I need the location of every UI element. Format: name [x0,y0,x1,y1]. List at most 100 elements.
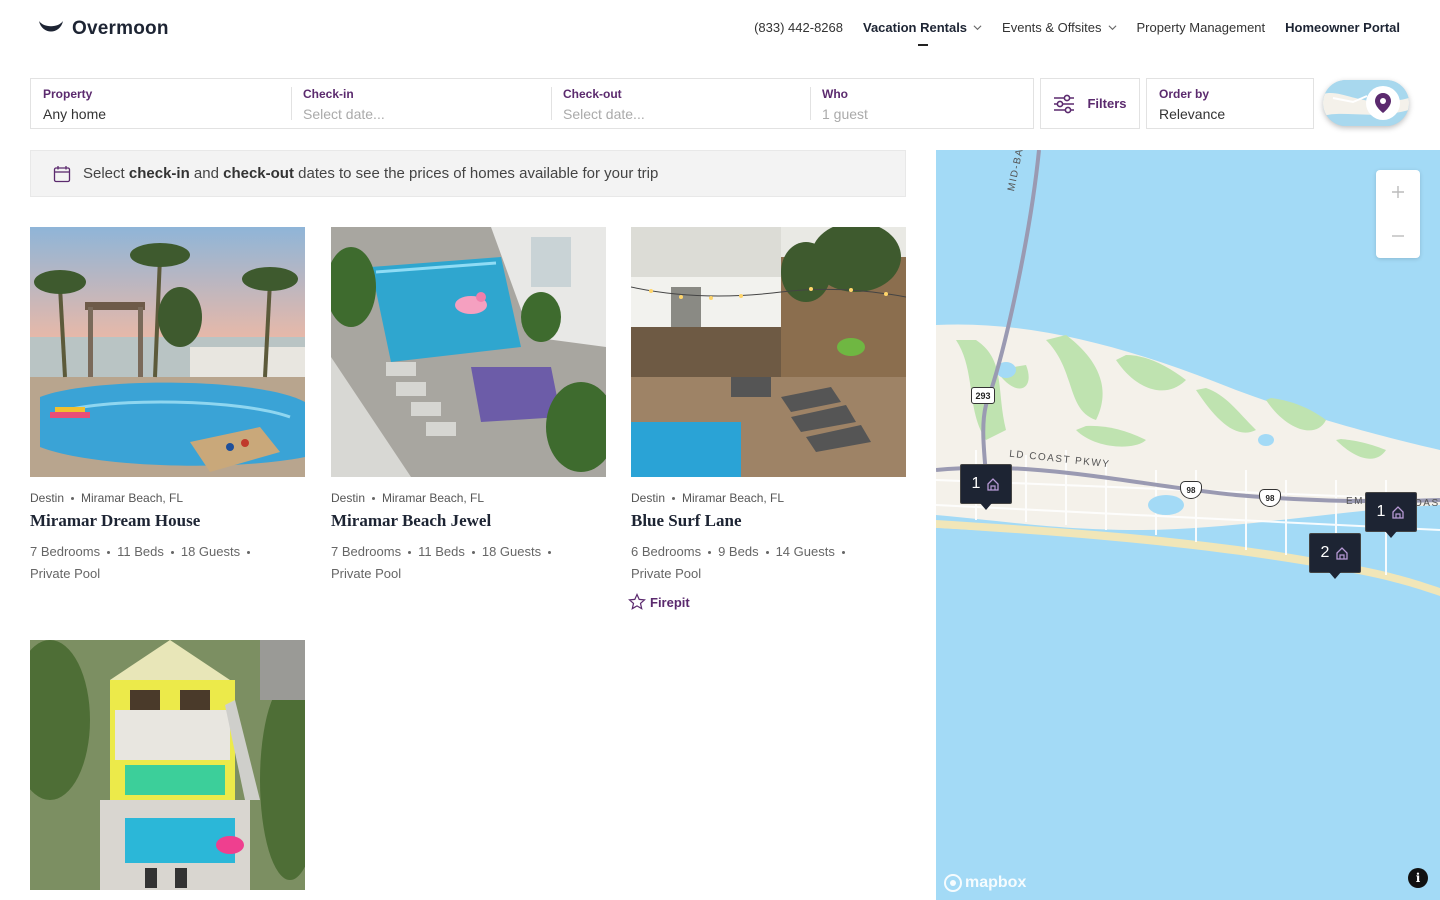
guests-label: Who [822,87,848,101]
route-shield-293: 293 [971,387,995,404]
checkout-label: Check-out [563,87,622,101]
notice-checkout: check-out [223,165,294,182]
header: Overmoon (833) 442-8268 Vacation Rentals… [0,0,1440,60]
listing-city: Miramar Beach, FL [682,491,785,505]
guests-field[interactable]: Who 1 guest [810,79,1033,128]
listing-guests: 14 Guests [775,544,835,559]
checkout-placeholder: Select date... [563,106,645,122]
notice-and: and [193,165,219,182]
home-icon [1392,506,1405,519]
listing-guests: 18 Guests [180,544,241,559]
notice-suffix: dates to see the prices of homes availab… [298,165,659,182]
shield-98-label: 98 [1265,493,1275,503]
listing-card[interactable]: Destin Miramar Beach, FL Blue Surf Lane 6… [628,227,906,611]
listing-photo[interactable] [30,640,305,890]
guests-placeholder: 1 guest [822,106,868,122]
nav-property-management[interactable]: Property Management [1137,20,1266,35]
listing-card[interactable] [30,640,305,890]
map-thumbnail-icon [1323,80,1409,126]
property-field[interactable]: Property Any home [31,79,291,128]
listing-details: 7 Bedrooms 11 Beds 18 Guests Private Pool [30,541,305,585]
home-icon [987,478,1000,491]
nav-homeowner-portal[interactable]: Homeowner Portal [1285,20,1400,35]
listing-guests: 18 Guests [481,544,542,559]
listing-beds: 11 Beds [418,544,465,559]
listing-feature: Private Pool [30,566,101,581]
nav-vacation-rentals-label: Vacation Rentals [863,20,968,35]
listing-feature: Private Pool [631,566,702,581]
listing-photo[interactable] [331,227,606,477]
logo[interactable]: Overmoon [38,18,169,40]
listing-bedrooms: 6 Bedrooms [631,544,702,559]
chevron-down-icon [973,25,982,31]
search-bar: Property Any home Check-in Select date..… [30,78,1034,129]
listing-title[interactable]: Blue Surf Lane [631,511,906,531]
checkin-field[interactable]: Check-in Select date... [291,79,551,128]
listing-city: Miramar Beach, FL [81,491,184,505]
minus-icon [1392,235,1404,237]
listing-title[interactable]: Miramar Dream House [30,511,305,531]
zoom-out-button[interactable] [1376,214,1420,258]
shield-293-label: 293 [975,390,991,401]
order-by-label: Order by [1159,87,1210,101]
listing-location: Destin Miramar Beach, FL [631,491,906,505]
map-marker[interactable]: 1 [1365,492,1417,538]
listing-area: Destin [331,491,366,505]
notice-checkin: check-in [128,165,190,182]
logo-text: Overmoon [72,18,169,39]
notice-text: Select check-in and check-out dates to s… [83,165,658,182]
zoom-controls [1376,170,1420,258]
listing-photo[interactable] [30,227,305,477]
chevron-down-icon [1108,25,1116,31]
listing-area: Destin [30,491,65,505]
listing-city: Miramar Beach, FL [382,491,485,505]
listing-location: Destin Miramar Beach, FL [30,491,305,505]
attribution-info-button[interactable]: i [1408,868,1428,888]
listing-beds: 11 Beds [117,544,164,559]
listing-area: Destin [631,491,666,505]
marker-count: 2 [1320,544,1330,561]
nav-events-label: Events & Offsites [1002,20,1102,35]
marker-count: 1 [971,475,981,492]
sliders-icon [1054,94,1075,113]
top-nav: (833) 442-8268 Vacation Rentals Events &… [754,20,1400,46]
mapbox-logo[interactable]: mapbox [944,874,1026,892]
nav-vacation-rentals[interactable]: Vacation Rentals [863,20,982,46]
zoom-in-button[interactable] [1376,170,1420,214]
listing-bedrooms: 7 Bedrooms [30,544,101,559]
filters-button[interactable]: Filters [1040,78,1140,129]
listing-beds: 9 Beds [718,544,759,559]
listing-feature: Private Pool [331,566,402,581]
star-icon [628,593,646,610]
listing-photo[interactable] [631,227,906,477]
listing-card[interactable]: Destin Miramar Beach, FL Miramar Beach Je… [331,227,606,585]
map-marker[interactable]: 1 [960,464,1012,510]
order-by-select[interactable]: Order by Relevance [1146,78,1314,129]
listing-title[interactable]: Miramar Beach Jewel [331,511,606,531]
plus-icon [1392,186,1404,198]
listing-bedrooms: 7 Bedrooms [331,544,402,559]
order-by-value: Relevance [1159,106,1226,122]
mapbox-text: mapbox [965,874,1027,891]
property-value: Any home [43,106,107,122]
amenity-label: Firepit [650,594,690,610]
nav-events-offsites[interactable]: Events & Offsites [1002,20,1116,35]
listing-card[interactable]: Destin Miramar Beach, FL Miramar Dream Ho… [30,227,305,585]
phone-link[interactable]: (833) 442-8268 [754,20,843,35]
amenity-badge: Firepit [628,593,906,611]
checkout-field[interactable]: Check-out Select date... [551,79,810,128]
listing-details: 6 Bedrooms 9 Beds 14 Guests Private Pool [631,541,906,585]
road-label-oas: OAS [1414,498,1440,509]
moon-logo-icon [39,21,63,32]
map-toggle-button[interactable] [1323,80,1409,126]
notice-prefix: Select [83,165,125,182]
home-icon [1336,547,1349,560]
shield-98-label: 98 [1186,485,1196,495]
road-label-em: EM [1346,496,1364,507]
map-marker[interactable]: 2 [1309,533,1361,579]
calendar-icon [53,165,71,182]
marker-count: 1 [1376,503,1386,520]
map-panel[interactable]: MID-BAY-BRIDG LD COAST PKWY EM OAS 293 9… [936,150,1440,900]
active-indicator [918,44,928,46]
listing-location: Destin Miramar Beach, FL [331,491,606,505]
